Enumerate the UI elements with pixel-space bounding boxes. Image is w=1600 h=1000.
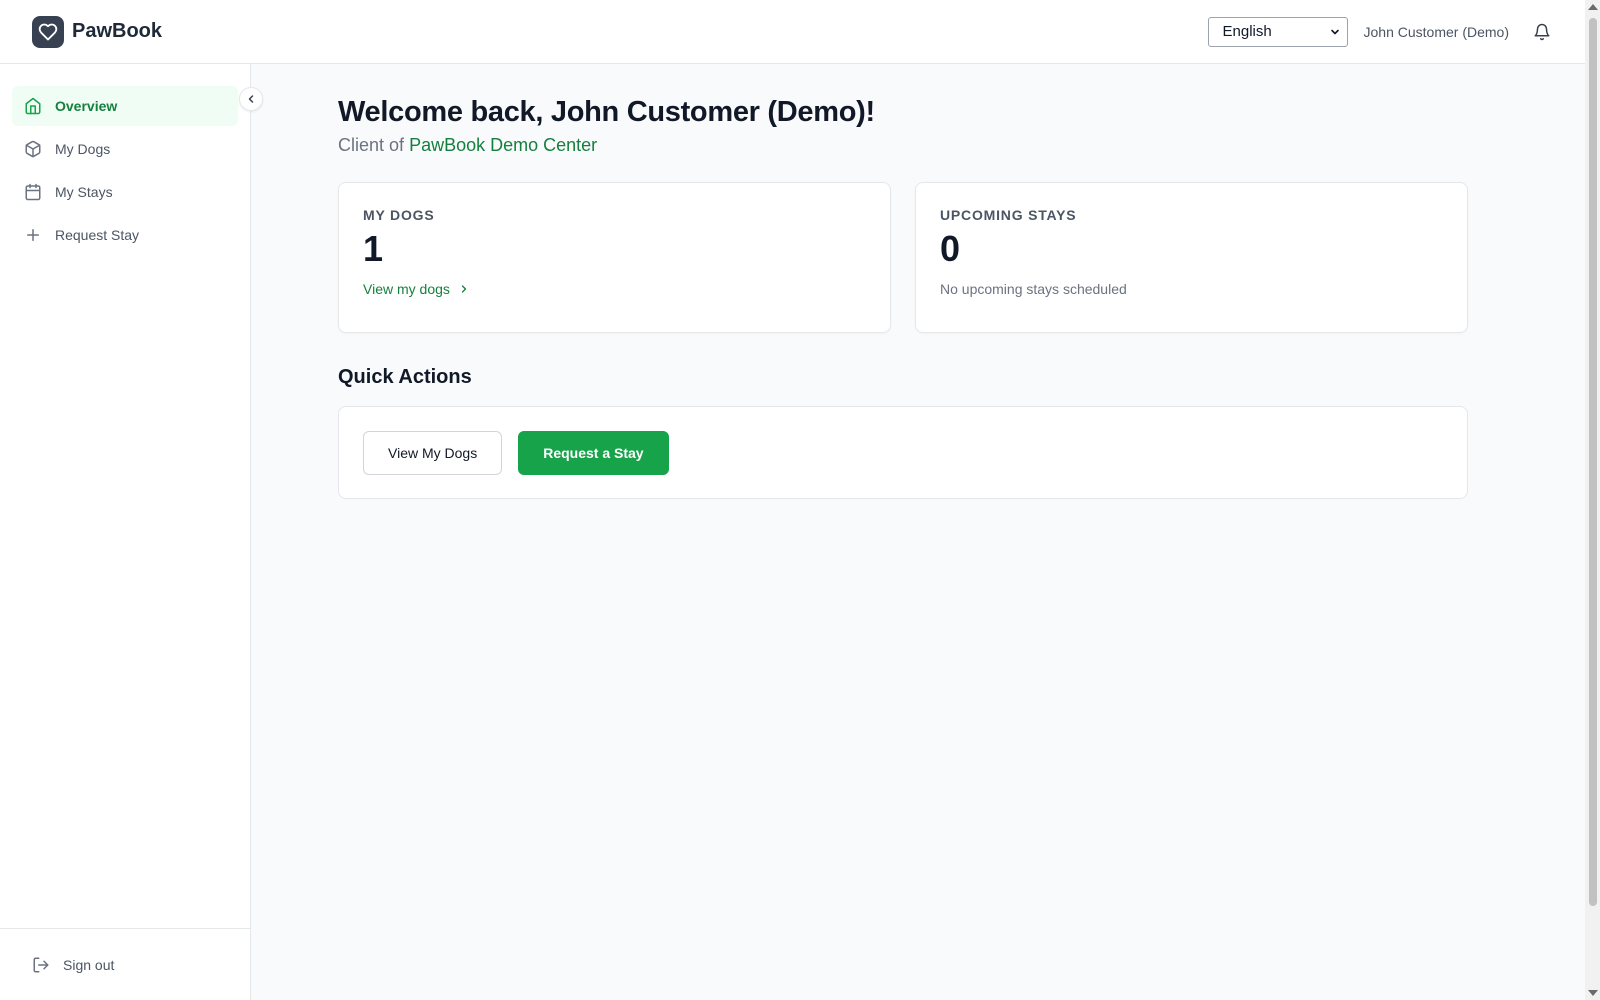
calendar-icon [25,183,41,201]
box-icon [25,140,41,158]
card-label: UPCOMING STAYS [940,207,1077,223]
sidebar-item-my-dogs[interactable]: My Dogs [12,129,238,169]
app-root: PawBook English John Customer (Demo) Ove… [0,0,1600,1000]
sidebar-item-label: Overview [55,98,118,114]
scroll-up-arrow-icon[interactable] [1588,4,1598,10]
card-value: 1 [363,228,384,269]
sidebar-item-label: My Stays [55,184,113,200]
sign-out-label: Sign out [63,956,115,973]
sign-out-button[interactable]: Sign out [0,928,250,1000]
scroll-thumb[interactable] [1589,18,1597,906]
quick-actions-title: Quick Actions [338,366,472,388]
card-note: No upcoming stays scheduled [940,280,1127,297]
card-label: MY DOGS [363,207,435,223]
language-select[interactable]: English [1207,16,1348,47]
brand[interactable]: PawBook [32,15,163,48]
sidebar-item-request-stay[interactable]: Request Stay [12,215,238,255]
card-value: 0 [940,228,961,269]
brand-name: PawBook [72,20,163,42]
sidebar-item-my-stays[interactable]: My Stays [12,172,238,212]
request-stay-button[interactable]: Request a Stay [518,430,669,475]
plus-icon [27,229,39,241]
quick-actions-card: View My Dogs Request a Stay [338,406,1468,499]
main-content: Welcome back, John Customer (Demo)! Clie… [338,64,1468,499]
view-my-dogs-link[interactable]: View my dogs [363,281,866,297]
language-selected-value: English [1222,23,1272,40]
heart-icon [32,15,64,48]
sidebar-nav: Overview My Dogs My Stays Request Stay [0,64,250,255]
page-subtitle: Client of PawBook Demo Center [338,135,1468,156]
chevron-right-icon [461,284,467,293]
view-my-dogs-button[interactable]: View My Dogs [363,430,503,475]
sidebar-collapse-button[interactable] [239,87,263,111]
sidebar-item-label: My Dogs [55,141,111,157]
sidebar: Overview My Dogs My Stays Request Stay S… [0,64,263,1000]
bell-icon[interactable] [1531,21,1553,43]
sidebar-item-overview[interactable]: Overview [12,86,238,126]
page-scrollbar[interactable] [1585,0,1600,1000]
scroll-down-arrow-icon[interactable] [1588,990,1598,996]
center-name-link[interactable]: PawBook Demo Center [409,135,597,155]
upcoming-stays-card: UPCOMING STAYS 0 No upcoming stays sched… [915,182,1468,333]
home-icon [25,97,41,115]
chevron-down-icon [1330,29,1339,34]
stat-cards: MY DOGS 1 View my dogs UPCOMING STAYS 0 … [338,182,1468,333]
user-name[interactable]: John Customer (Demo) [1364,24,1510,40]
chevron-left-icon [248,95,254,103]
sidebar-item-label: Request Stay [55,227,140,243]
subtitle-prefix: Client of [338,135,405,155]
header-right: English John Customer (Demo) [1207,16,1554,47]
card-link-label: View my dogs [363,280,450,297]
log-out-icon [33,957,49,972]
page-title: Welcome back, John Customer (Demo)! [338,96,875,128]
my-dogs-card: MY DOGS 1 View my dogs [338,182,891,333]
top-header: PawBook English John Customer (Demo) [0,0,1585,64]
